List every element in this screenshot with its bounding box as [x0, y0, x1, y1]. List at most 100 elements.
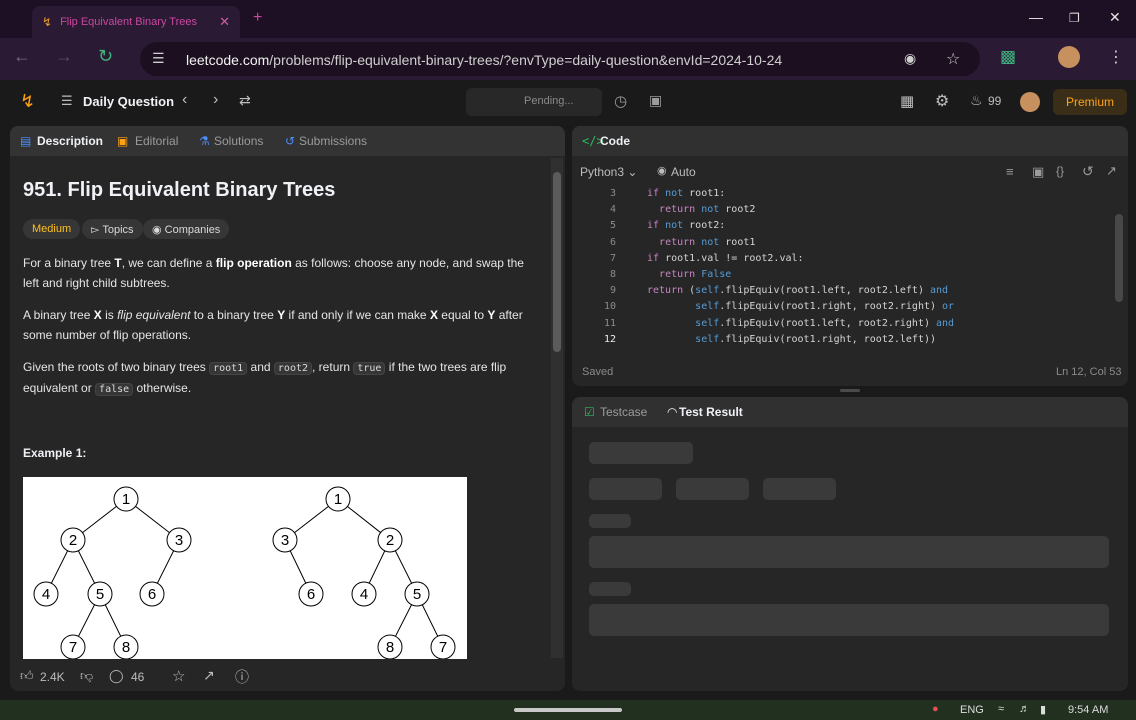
tab-solutions[interactable]: Solutions [214, 134, 263, 148]
thumbs-up-icon[interactable]: 👍︎ [20, 668, 34, 684]
prev-problem-icon[interactable]: ‹ [182, 91, 187, 109]
code-line[interactable]: self.flipEquiv(root1.left, root2.right) … [647, 318, 954, 329]
tab-code[interactable]: Code [600, 134, 630, 148]
chevron-down-icon: ⌄ [627, 165, 638, 179]
expand-icon[interactable]: ↗ [1106, 163, 1117, 179]
address-bar[interactable]: ☰ leetcode.com/problems/flip-equivalent-… [140, 42, 980, 76]
panel-resize-handle[interactable] [840, 389, 860, 392]
profile-avatar[interactable] [1058, 46, 1080, 68]
tab-editorial[interactable]: Editorial [135, 134, 178, 148]
topics-chip[interactable]: ▻ Topics [82, 219, 143, 239]
favorite-star-icon[interactable]: ☆ [172, 667, 185, 685]
description-scrollbar-thumb[interactable] [553, 172, 561, 352]
code-line[interactable]: self.flipEquiv(root1.right, root2.right)… [647, 301, 954, 312]
wifi-icon[interactable]: ≈ [998, 703, 1004, 715]
help-icon[interactable]: ⓘ [235, 667, 249, 687]
browser-tab[interactable]: ↯ Flip Equivalent Binary Trees ✕ [32, 6, 240, 38]
star-icon[interactable]: ☆ [946, 49, 960, 69]
loading-skeleton [589, 536, 1109, 568]
notes-icon[interactable]: ▣ [649, 92, 662, 109]
language-indicator[interactable]: ENG [960, 704, 984, 716]
reload-icon[interactable]: ↻ [98, 46, 113, 67]
line-number: 4 [609, 204, 616, 216]
code-line[interactable]: self.flipEquiv(root1.right, root2.left)) [647, 334, 936, 345]
reset-icon[interactable]: ↺ [1082, 163, 1094, 180]
forward-icon[interactable]: → [55, 46, 73, 67]
window-close-icon[interactable]: ✕ [1109, 9, 1121, 26]
tab-submissions[interactable]: Submissions [299, 134, 367, 148]
leetcode-favicon-icon: ↯ [42, 15, 53, 29]
leetcode-logo-icon[interactable]: ↯ [20, 91, 35, 112]
tab-description[interactable]: Description [37, 134, 103, 148]
next-problem-icon[interactable]: › [213, 91, 218, 109]
close-tab-icon[interactable]: ✕ [219, 14, 230, 30]
restore-icon[interactable]: ❐ [1069, 11, 1080, 25]
language-label: Python3 [580, 165, 625, 179]
tree2-node-label: 5 [413, 586, 421, 603]
line-number: 8 [609, 269, 616, 280]
timer-icon[interactable]: ◷ [614, 92, 627, 110]
submissions-tab-icon: ↺ [285, 134, 296, 148]
taskbar-indicator [514, 708, 622, 712]
code-line[interactable]: return not root1 [647, 237, 755, 248]
test-tabs: ☑ Testcase ◠ Test Result [572, 397, 1128, 427]
comment-icon[interactable]: ◯ [109, 668, 124, 684]
braces-icon[interactable]: {} [1056, 164, 1064, 178]
daily-question-link[interactable]: Daily Question [83, 94, 174, 109]
description-panel: ▤ Description ▣ Editorial ⚗ Solutions ↺ … [10, 126, 565, 691]
back-icon[interactable]: ← [13, 46, 31, 67]
code-line[interactable]: return not root2 [647, 204, 755, 215]
test-panel: ☑ Testcase ◠ Test Result [572, 397, 1128, 691]
companies-chip[interactable]: ◉ Companies [143, 219, 230, 239]
microphone-icon[interactable]: ● [932, 703, 939, 715]
testcase-check-icon: ☑ [584, 405, 595, 419]
volume-icon[interactable]: ♬ [1019, 703, 1030, 715]
minimize-icon[interactable]: — [1029, 9, 1043, 25]
new-tab-icon[interactable]: + [253, 9, 262, 27]
loading-skeleton [589, 514, 631, 528]
pending-run-button[interactable]: Pending... [466, 88, 602, 116]
code-line[interactable]: if root1.val != root2.val: [647, 253, 804, 264]
save-status: Saved [582, 366, 614, 378]
loading-skeleton [763, 478, 836, 500]
battery-icon[interactable]: ▮ [1040, 703, 1046, 716]
tree2-node-label: 2 [386, 532, 394, 549]
browser-menu-icon[interactable]: ⋮ [1108, 47, 1124, 67]
tag-icon: ▻ [91, 224, 100, 236]
extensions-icon[interactable]: ▩ [1000, 47, 1016, 67]
streak-count: 99 [988, 94, 1002, 108]
layout-icon[interactable]: ▦ [900, 92, 914, 110]
format-icon[interactable]: ≡ [1006, 164, 1014, 179]
line-number: 3 [609, 188, 616, 199]
example-tree-diagram: 1 2 3 4 5 6 7 8 1 3 2 6 4 5 8 7 [23, 477, 467, 660]
language-selector[interactable]: Python3 ⌄ [580, 165, 637, 179]
shuffle-icon[interactable]: ⇄ [239, 92, 251, 109]
site-info-icon[interactable]: ☰ [152, 50, 165, 67]
loading-spinner-icon: ◠ [667, 405, 678, 419]
code-line[interactable]: if not root2: [647, 220, 725, 231]
tab-testcase[interactable]: Testcase [600, 405, 647, 419]
code-scrollbar-thumb[interactable] [1115, 214, 1123, 302]
code-line[interactable]: return (self.flipEquiv(root1.left, root2… [647, 285, 948, 296]
tab-test-result[interactable]: Test Result [679, 405, 743, 419]
os-taskbar: ● ENG ≈ ♬ ▮ 9:54 AM [0, 700, 1136, 720]
premium-button[interactable]: Premium [1053, 89, 1127, 115]
clock[interactable]: 9:54 AM [1068, 704, 1108, 716]
pending-label: Pending... [524, 95, 574, 107]
eye-off-icon[interactable]: ◉ [904, 50, 916, 67]
companies-label: Companies [164, 224, 221, 236]
settings-gear-icon[interactable]: ⚙ [935, 91, 949, 111]
user-avatar[interactable] [1020, 92, 1040, 112]
code-panel: </> Code Python3 ⌄ ◉ Auto ≡ ▣ {} ↺ ↗ 3 if… [572, 126, 1128, 386]
thumbs-down-icon[interactable]: 👎︎ [80, 668, 93, 684]
share-icon[interactable]: ↗ [203, 667, 215, 684]
bookmark-icon[interactable]: ▣ [1032, 164, 1044, 180]
difficulty-badge: Medium [23, 219, 81, 239]
browser-tab-bar: ↯ Flip Equivalent Binary Trees ✕ + — ❐ ✕ [0, 0, 1136, 38]
code-line[interactable]: return False [647, 269, 731, 280]
code-line[interactable]: if not root1: [647, 188, 725, 199]
problem-list-icon[interactable]: ☰ [61, 93, 73, 109]
tree2-node-label: 3 [281, 532, 289, 549]
auto-mode-label[interactable]: Auto [671, 165, 696, 179]
problem-title[interactable]: 951. Flip Equivalent Binary Trees [23, 179, 335, 202]
